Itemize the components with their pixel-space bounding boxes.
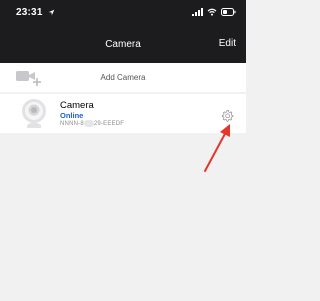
camera-uid-prefix: NNNN-8 <box>60 121 84 128</box>
gear-icon[interactable] <box>221 109 234 122</box>
camera-uid: NNNN-8 29-EEEDF <box>60 120 124 127</box>
edit-button[interactable]: Edit <box>219 38 236 49</box>
location-arrow-icon <box>48 9 54 16</box>
camera-name: Camera <box>60 100 94 111</box>
wifi-icon <box>207 8 217 16</box>
camera-uid-suffix: 29-EEEDF <box>93 121 125 128</box>
annotation-arrow <box>204 124 230 172</box>
camera-device-icon <box>22 99 46 128</box>
uid-redaction <box>83 120 94 127</box>
header-bar: 23:31 Camera Edit <box>0 0 246 63</box>
camera-status: Online <box>60 111 84 120</box>
battery-icon <box>221 8 236 16</box>
status-time: 23:31 <box>16 7 55 18</box>
status-icons <box>192 8 236 16</box>
signal-bars-icon <box>192 8 203 16</box>
page-title: Camera <box>105 39 141 50</box>
add-camera-label: Add Camera <box>100 73 146 82</box>
status-time-text: 23:31 <box>16 7 43 18</box>
add-camera-row[interactable]: Add Camera <box>0 63 246 92</box>
